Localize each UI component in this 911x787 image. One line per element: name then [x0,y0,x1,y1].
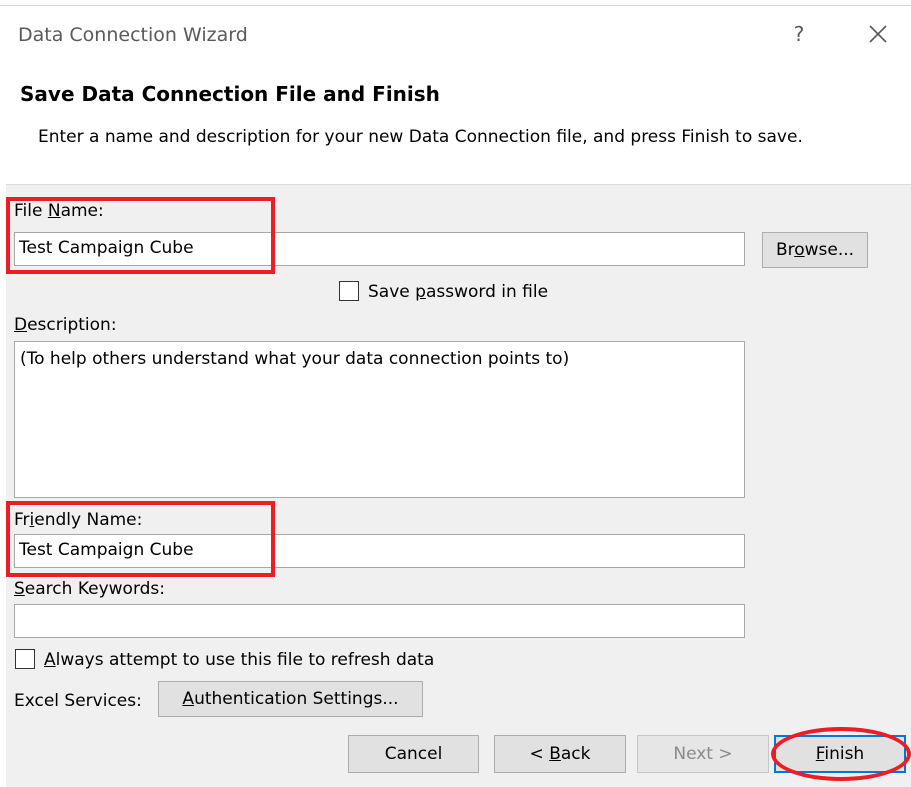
data-connection-wizard-dialog: Data Connection Wizard ? Save Data Conne… [0,0,911,787]
description-label: Description: [14,315,117,335]
window-title: Data Connection Wizard [18,24,248,46]
authentication-settings-button[interactable]: Authentication Settings... [158,681,423,717]
next-button[interactable]: Next > [637,735,769,773]
close-button[interactable] [864,20,892,48]
page-title: Save Data Connection File and Finish [20,82,440,106]
back-button[interactable]: < Back [494,735,626,773]
finish-button[interactable]: Finish [774,735,906,773]
wizard-header: Save Data Connection File and Finish Ent… [0,58,911,184]
help-button[interactable]: ? [786,20,812,48]
page-description: Enter a name and description for your ne… [38,127,803,147]
file-name-label: File Name: [14,201,104,221]
friendly-name-label: Friendly Name: [14,510,143,530]
excel-services-label: Excel Services: [14,691,142,711]
browse-button[interactable]: Browse... [762,232,868,268]
save-password-checkbox[interactable] [339,281,359,301]
save-password-label[interactable]: Save password in file [368,282,548,302]
always-refresh-label[interactable]: Always attempt to use this file to refre… [44,650,434,670]
friendly-name-input[interactable]: Test Campaign Cube [14,534,745,568]
cancel-button[interactable]: Cancel [348,735,479,773]
wizard-body: File Name: Test Campaign Cube Browse... … [6,184,911,787]
always-refresh-checkbox[interactable] [15,649,35,669]
title-bar: Data Connection Wizard ? [0,6,911,58]
search-keywords-input[interactable] [14,604,745,638]
close-x-icon [869,25,887,43]
search-keywords-label: Search Keywords: [14,579,166,599]
file-name-input[interactable]: Test Campaign Cube [14,232,745,266]
description-textarea[interactable]: (To help others understand what your dat… [14,341,745,498]
